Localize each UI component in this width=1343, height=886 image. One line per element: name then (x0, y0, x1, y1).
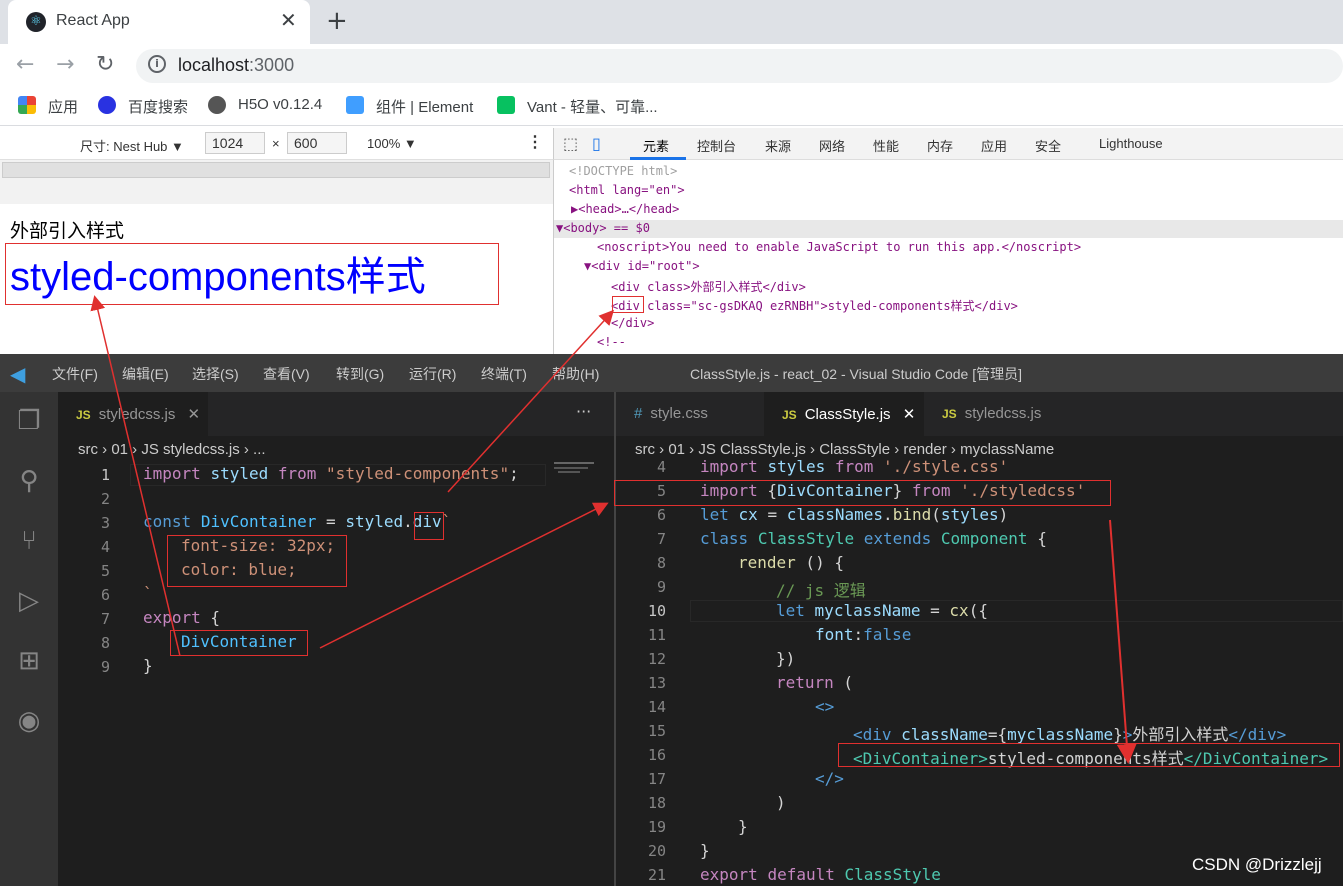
arrow-div-to-dom (447, 309, 615, 493)
arrow-export-to-import (319, 502, 609, 649)
arrow-import-to-jsx (1109, 519, 1137, 764)
annotation-arrows (90, 295, 1137, 764)
arrow-export-to-page (90, 295, 181, 657)
